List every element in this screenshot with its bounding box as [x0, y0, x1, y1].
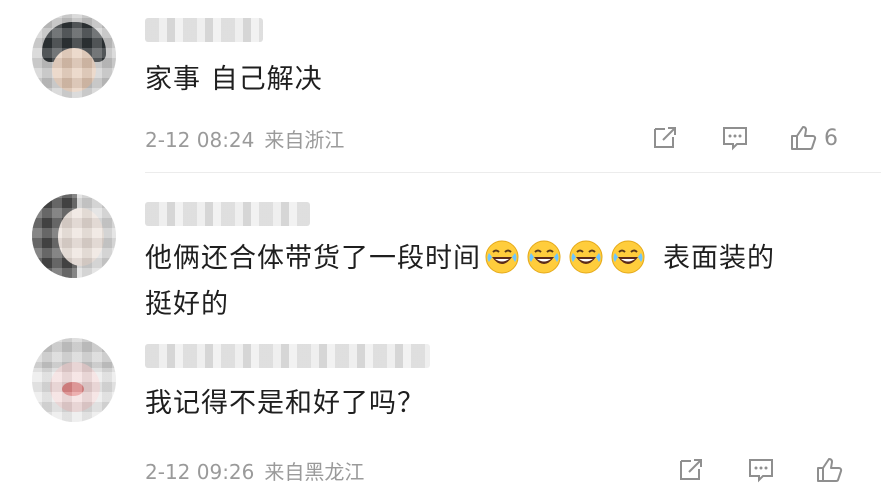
comment-text: 我记得不是和好了吗？ [145, 388, 425, 419]
comment-icon [723, 127, 747, 151]
laughing-with-tears-emoji [527, 240, 561, 274]
comment-location: 来自浙江 [264, 128, 345, 152]
comment-meta: 2-12 08:24 来自浙江 [145, 124, 344, 153]
comment-text-line2: 挺好的 [145, 289, 229, 320]
share-icon [680, 459, 702, 480]
username-blurred[interactable] [145, 344, 430, 368]
like-button[interactable] [814, 453, 844, 487]
comment-meta: 2-12 09:26 来自黑龙江 [145, 456, 364, 485]
laughing-with-tears-emoji [569, 240, 603, 274]
comment-text-after-emoji: 表面装的 [663, 243, 775, 274]
comment-location: 来自黑龙江 [264, 460, 365, 484]
laughing-with-tears-emoji [485, 240, 519, 274]
avatar[interactable] [32, 14, 116, 98]
comment-text-line1: 他俩还合体带货了一段时间 [145, 243, 481, 274]
divider [145, 172, 881, 173]
comment-actions [676, 453, 866, 487]
thumbs-up-icon [817, 458, 843, 482]
comment-icon [749, 459, 773, 483]
share-button[interactable] [676, 453, 706, 487]
like-count: 6 [824, 125, 838, 151]
comment-button[interactable] [720, 121, 750, 155]
comment-text: 家事 自己解决 [145, 64, 323, 95]
avatar[interactable] [32, 194, 116, 278]
avatar[interactable] [32, 338, 116, 422]
comment-item: 我记得不是和好了吗？ 2-12 09:26 来自黑龙江 [0, 330, 881, 502]
comment-item: 家事 自己解决 2-12 08:24 来自浙江 6 [0, 0, 881, 173]
comment-text: 他俩还合体带货了一段时间 表面装的 [145, 237, 775, 281]
comment-date: 2-12 09:26 [145, 460, 255, 484]
comment-actions: 6 [650, 121, 870, 155]
username-blurred[interactable] [145, 18, 263, 42]
comment-button[interactable] [746, 453, 776, 487]
laughing-with-tears-emoji [611, 240, 645, 274]
share-button[interactable] [650, 121, 680, 155]
like-button[interactable]: 6 [788, 121, 838, 155]
comment-item: 他俩还合体带货了一段时间 表面装的 挺好的 [0, 180, 881, 330]
username-blurred[interactable] [145, 202, 310, 226]
share-icon [654, 127, 676, 148]
thumbs-up-icon [791, 126, 817, 150]
comment-date: 2-12 08:24 [145, 128, 255, 152]
